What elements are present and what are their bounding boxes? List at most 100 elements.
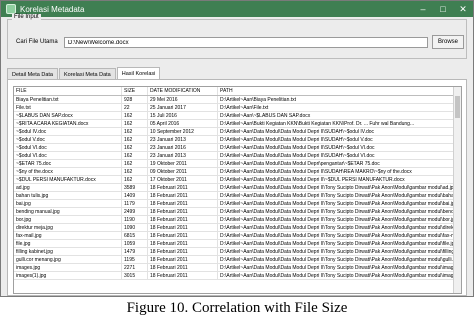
cell-file: ad.jpg (14, 184, 122, 191)
cell-path: D:\Artikel~Aan\Data Modul\Data Modul Dep… (220, 161, 380, 167)
cell-size: 2271 (122, 264, 148, 271)
cell-path: D:\Artikel~Aan\Data Modul\Data Modul Dep… (220, 145, 375, 151)
table-row[interactable]: bai.jpg 1179 18 Februari 2011 D:\Artikel~Aa… (14, 200, 461, 208)
cell-size: 1090 (122, 224, 148, 231)
table-row[interactable]: file.jpg 1059 18 Februari 2011 D:\Artikel~A… (14, 240, 461, 248)
cell-date-modification: 15 Juli 2016 (148, 112, 218, 119)
cell-size: 162 (122, 120, 148, 127)
cell-date-modification: 09 Oktober 2011 (148, 168, 218, 175)
browse-button[interactable]: Browse (432, 35, 464, 49)
column-header-file[interactable]: FILE (14, 87, 122, 95)
table-row[interactable]: bending manual.jpg 2499 18 Februari 2011 D:… (14, 208, 461, 216)
scrollbar-thumb[interactable] (455, 96, 460, 118)
cell-date-modification: 18 Februari 2011 (148, 256, 218, 263)
cell-size: 2499 (122, 208, 148, 215)
table-row[interactable]: File.txt 22 25 Januari 2017 D:\Artikel~Aan\… (14, 104, 461, 112)
table-row[interactable]: ~$ETAR 75.doc 162 19 Oktober 2011 D:\Artike… (14, 160, 461, 168)
cell-file: ~$odul IV.doc (14, 128, 122, 135)
cell-date-modification: 18 Februari 2011 (148, 232, 218, 239)
table-row[interactable]: images(1).jpg 3015 18 Februari 2011 D:\Arti… (14, 272, 461, 280)
cell-date-modification: 05 April 2016 (148, 120, 218, 127)
cell-file: ~$DUL PERSI MANUFAKTUR.docx (14, 176, 122, 183)
cell-date-modification: 23 Januari 2013 (148, 136, 218, 143)
cell-size: 6815 (122, 232, 148, 239)
cell-path: D:\Artikel~Aan\Data Modul\Data Modul Dep… (220, 209, 455, 215)
cell-date-modification: 18 Februari 2011 (148, 224, 218, 231)
table-row[interactable]: ~$LABUS DAN SAP.docx 162 15 Juli 2016 D:\Ar… (14, 112, 461, 120)
cell-path: D:\Artikel~Aan\Data Modul\Data Modul Dep… (220, 177, 405, 183)
cell-size: 3015 (122, 272, 148, 279)
cell-date-modification: 23 Januari 2016 (148, 144, 218, 151)
cell-file: bending manual.jpg (14, 208, 122, 215)
cell-size: 22 (122, 104, 148, 111)
cell-path: D:\Artikel~Aan\Data Modul\Data Modul Dep… (220, 169, 412, 175)
cell-date-modification: 18 Februari 2011 (148, 216, 218, 223)
cell-size: 1059 (122, 240, 148, 247)
cell-date-modification: 18 Februari 2011 (148, 240, 218, 247)
cell-size: 1190 (122, 216, 148, 223)
table-body: Biaya Penelitian.txt 928 29 Mei 2016 D:\Art… (14, 96, 461, 280)
table-row[interactable]: fax-mail.jpg 6815 18 Februari 2011 D:\Artik… (14, 232, 461, 240)
cell-size: 162 (122, 144, 148, 151)
table-row[interactable]: gulli.cor menang.jpg 1195 18 Februari 2011… (14, 256, 461, 264)
cell-date-modification: 18 Februari 2011 (148, 264, 218, 271)
table-row[interactable]: ad.jpg 3589 18 Februari 2011 D:\Artikel~Aan… (14, 184, 461, 192)
file-input-group: File Input Cari File Utama Browse (7, 14, 467, 59)
main-file-path-input[interactable] (64, 37, 428, 48)
cell-file: gulli.cor menang.jpg (14, 256, 122, 263)
cell-size: 1195 (122, 256, 148, 263)
column-header-path[interactable]: PATH (218, 87, 455, 95)
table-row[interactable]: ~$odul IV.doc 162 10 September 2012 D:\Arti… (14, 128, 461, 136)
title-bar: Korelasi Metadata – □ ✕ (1, 1, 473, 17)
app-window: Korelasi Metadata – □ ✕ File Input Cari … (0, 0, 474, 297)
cell-path: D:\Artikel~Aan\Data Modul\Data Modul Dep… (220, 193, 455, 199)
cell-file: ~$RITA ACARA KEGIATAN.docx (14, 120, 122, 127)
column-header-date-modification[interactable]: DATE MODIFICATION (148, 87, 218, 95)
maximize-icon[interactable]: □ (433, 1, 453, 17)
table-row[interactable]: Biaya Penelitian.txt 928 29 Mei 2016 D:\Art… (14, 96, 461, 104)
cell-path: D:\Artikel~Aan\Data Modul\Data Modul Dep… (220, 137, 373, 143)
minimize-icon[interactable]: – (413, 1, 433, 17)
cell-path: D:\Artikel~Aan\Bukti Kegiatan KKN\Bukti … (220, 121, 415, 127)
cell-date-modification: 18 Februari 2011 (148, 200, 218, 207)
table-row[interactable]: ~$odul VI.doc 162 23 Januari 2016 D:\Artike… (14, 144, 461, 152)
cell-file: bahan tulis.jpg (14, 192, 122, 199)
cell-file: images(1).jpg (14, 272, 122, 279)
cell-size: 1409 (122, 192, 148, 199)
table-row[interactable]: filling kabinet.jpg 1479 18 Februari 2011 D… (14, 248, 461, 256)
cell-path: D:\Artikel~Aan\Data Modul\Data Modul Dep… (220, 265, 455, 271)
table-header-row: FILE SIZE DATE MODIFICATION PATH (14, 87, 461, 96)
cell-file: Biaya Penelitian.txt (14, 96, 122, 103)
results-table: FILE SIZE DATE MODIFICATION PATH Biaya P… (13, 86, 462, 294)
cell-date-modification: 10 September 2012 (148, 128, 218, 135)
cell-file: direktur meja.jpg (14, 224, 122, 231)
cell-path: D:\Artikel~Aan\Data Modul\Data Modul Dep… (220, 217, 455, 223)
table-row[interactable]: ~$RITA ACARA KEGIATAN.docx 162 05 April 20… (14, 120, 461, 128)
close-icon[interactable]: ✕ (453, 1, 473, 17)
table-row[interactable]: bor.jpg 1190 18 Februari 2011 D:\Artikel~Aa… (14, 216, 461, 224)
table-row[interactable]: ~$odul V.doc 162 23 Januari 2013 D:\Artikel… (14, 136, 461, 144)
table-row[interactable]: ~$ny of the.docx 162 09 Oktober 2011 D:\Art… (14, 168, 461, 176)
main-file-label: Cari File Utama (16, 39, 58, 45)
cell-size: 3589 (122, 184, 148, 191)
cell-file: ~$ETAR 75.doc (14, 160, 122, 167)
cell-file: images.jpg (14, 264, 122, 271)
cell-file: ~$odul VI.doc (14, 144, 122, 151)
vertical-scrollbar[interactable] (453, 87, 461, 293)
cell-date-modification: 18 Februari 2011 (148, 272, 218, 279)
cell-size: 162 (122, 168, 148, 175)
tab-panel-hasil-korelasi: FILE SIZE DATE MODIFICATION PATH Biaya P… (7, 79, 467, 296)
table-row[interactable]: direktur meja.jpg 1090 18 Februari 2011 D:\… (14, 224, 461, 232)
table-row[interactable]: images.jpg 2271 18 Februari 2011 D:\Artikel… (14, 264, 461, 272)
column-header-size[interactable]: SIZE (122, 87, 148, 95)
cell-path: D:\Artikel~Aan\Data Modul\Data Modul Dep… (220, 233, 455, 239)
cell-file: File.txt (14, 104, 122, 111)
table-row[interactable]: ~$DUL PERSI MANUFAKTUR.docx 162 17 Oktober… (14, 176, 461, 184)
cell-path: D:\Artikel~Aan\Data Modul\Data Modul Dep… (220, 273, 455, 279)
cell-path: D:\Artikel~Aan\Data Modul\Data Modul Dep… (220, 129, 375, 135)
table-row[interactable]: ~$odul VI.doc 162 23 Januari 2013 D:\Artike… (14, 152, 461, 160)
cell-file: ~$LABUS DAN SAP.docx (14, 112, 122, 119)
cell-size: 928 (122, 96, 148, 103)
table-row[interactable]: bahan tulis.jpg 1409 18 Februari 2011 D:\Ar… (14, 192, 461, 200)
cell-size: 1179 (122, 200, 148, 207)
